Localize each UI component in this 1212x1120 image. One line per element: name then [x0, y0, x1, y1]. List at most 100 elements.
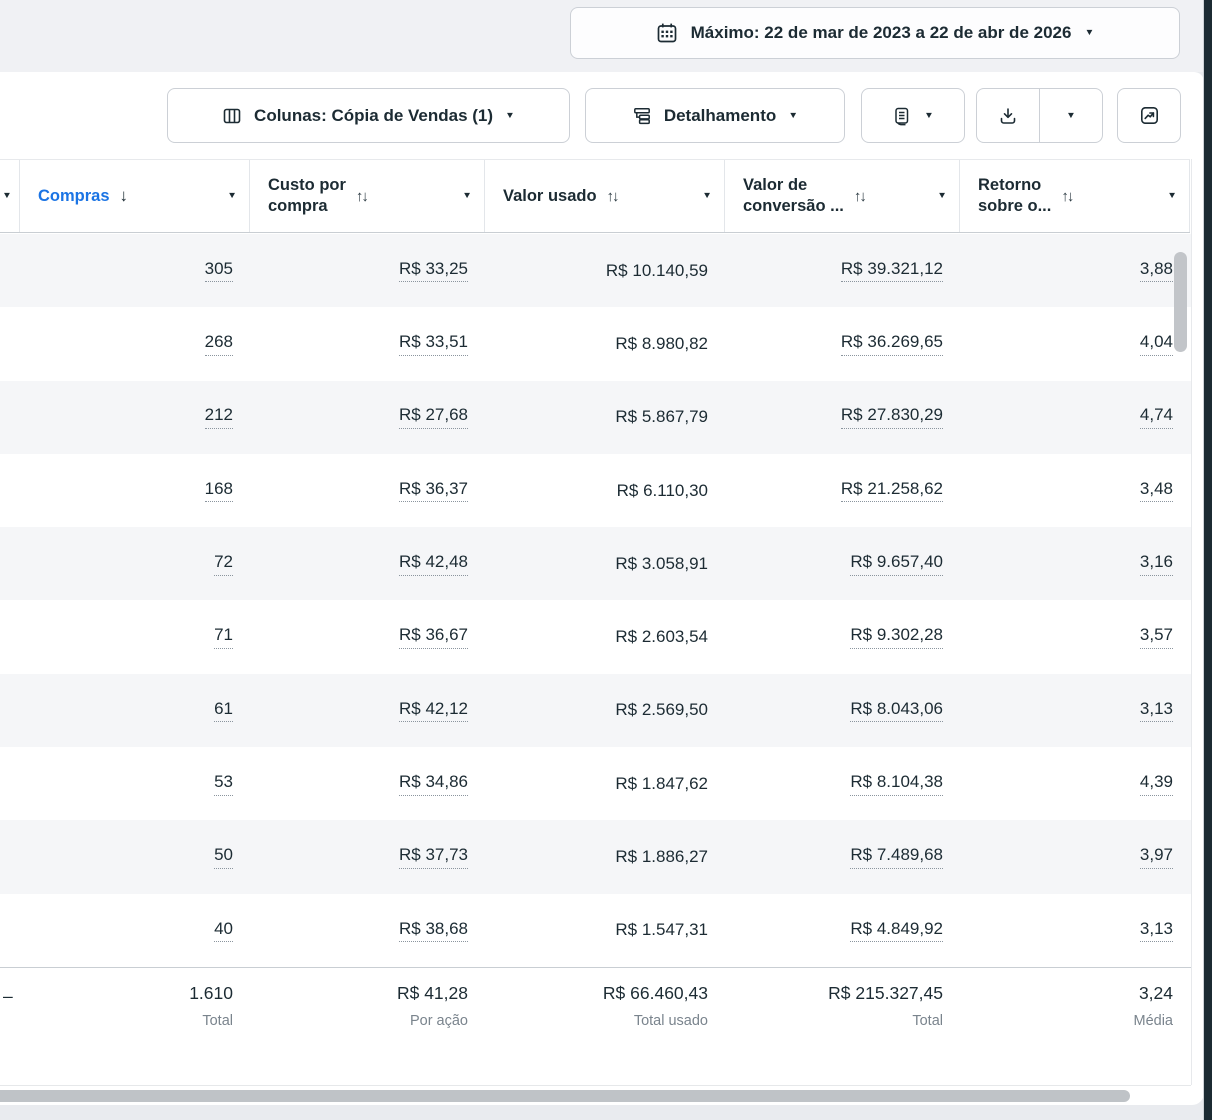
sort-toggle-icon[interactable]: ↑↓	[854, 188, 865, 205]
totals-valor-usado: R$ 66.460,43 Total usado	[485, 968, 725, 1062]
columns-button[interactable]: Colunas: Cópia de Vendas (1) ▼	[167, 88, 570, 143]
cell-compras: 61	[20, 674, 250, 747]
cell-retorno: 3,48	[960, 454, 1190, 527]
horizontal-scrollbar[interactable]	[0, 1090, 1130, 1102]
cell-valor-de-conversao: R$ 8.104,38	[725, 747, 960, 820]
column-header-retorno[interactable]: Retorno sobre o... ↑↓ ▼	[960, 160, 1190, 232]
cell-retorno: 3,16	[960, 527, 1190, 600]
cell-retorno: 3,13	[960, 674, 1190, 747]
table-row[interactable]: 72 R$ 42,48 R$ 3.058,91 R$ 9.657,40 3,16	[0, 527, 1191, 600]
cell-compras: 268	[20, 307, 250, 380]
download-options-button[interactable]: ▼	[1040, 89, 1102, 142]
cell-valor-de-conversao: R$ 39.321,12	[725, 234, 960, 307]
table-row[interactable]: 53 R$ 34,86 R$ 1.847,62 R$ 8.104,38 4,39	[0, 747, 1191, 820]
cell-custo-por-compra: R$ 42,12	[250, 674, 485, 747]
date-range-label: Máximo: 22 de mar de 2023 a 22 de abr de…	[691, 23, 1072, 43]
sort-desc-icon[interactable]: ↓	[120, 186, 129, 206]
top-bar: Máximo: 22 de mar de 2023 a 22 de abr de…	[0, 0, 1212, 72]
chevron-down-icon: ▼	[1084, 29, 1094, 38]
cell-custo-por-compra: R$ 33,25	[250, 234, 485, 307]
totals-valor-de-conversao: R$ 215.327,45 Total	[725, 968, 960, 1062]
cell-valor-usado: R$ 1.547,31	[485, 894, 725, 967]
cell-valor-de-conversao: R$ 21.258,62	[725, 454, 960, 527]
cell-compras: 212	[20, 381, 250, 454]
cell-compras: 168	[20, 454, 250, 527]
table-row[interactable]: 305 R$ 33,25 R$ 10.140,59 R$ 39.321,12 3…	[0, 234, 1191, 307]
ads-manager-table-view: Máximo: 22 de mar de 2023 a 22 de abr de…	[0, 0, 1212, 1120]
cell-custo-por-compra: R$ 38,68	[250, 894, 485, 967]
right-edge-panel	[1203, 0, 1212, 1120]
cell-compras: 50	[20, 820, 250, 893]
cell-retorno: 3,88	[960, 234, 1190, 307]
column-menu-caret-icon[interactable]: ▼	[462, 192, 472, 201]
column-label: Compras	[38, 186, 110, 207]
column-header-compras[interactable]: Compras ↓ ▼	[20, 160, 250, 232]
table-row[interactable]: 61 R$ 42,12 R$ 2.569,50 R$ 8.043,06 3,13	[0, 674, 1191, 747]
chevron-down-icon: ▼	[1066, 111, 1076, 120]
table-row[interactable]: 212 R$ 27,68 R$ 5.867,79 R$ 27.830,29 4,…	[0, 381, 1191, 454]
chevron-down-icon: ▼	[924, 111, 934, 120]
sort-toggle-icon[interactable]: ↑↓	[607, 188, 618, 205]
column-header-valor-de-conversao[interactable]: Valor de conversão ... ↑↓ ▼	[725, 160, 960, 232]
cell-compras: 71	[20, 600, 250, 673]
scrollbar-gutter-divider	[1191, 159, 1192, 1085]
cell-valor-usado: R$ 2.603,54	[485, 600, 725, 673]
table-row[interactable]: 71 R$ 36,67 R$ 2.603,54 R$ 9.302,28 3,57	[0, 600, 1191, 673]
totals-custo-por-compra: R$ 41,28 Por ação	[250, 968, 485, 1062]
charts-button[interactable]	[1117, 88, 1181, 143]
table-row[interactable]: 168 R$ 36,37 R$ 6.110,30 R$ 21.258,62 3,…	[0, 454, 1191, 527]
column-menu-caret-icon[interactable]: ▼	[227, 192, 237, 201]
cell-custo-por-compra: R$ 33,51	[250, 307, 485, 380]
column-label: Custo por compra	[268, 175, 346, 216]
column-menu-caret-icon[interactable]: ▼	[702, 192, 712, 201]
table-row[interactable]: 268 R$ 33,51 R$ 8.980,82 R$ 36.269,65 4,…	[0, 307, 1191, 380]
horizontal-scrollbar-track[interactable]	[0, 1086, 1204, 1105]
reports-button[interactable]: ▼	[861, 88, 965, 143]
chevron-down-icon: ▼	[788, 111, 798, 120]
column-header-valor-usado[interactable]: Valor usado ↑↓ ▼	[485, 160, 725, 232]
breakdown-button-label: Detalhamento	[664, 106, 776, 126]
download-button[interactable]	[977, 89, 1039, 142]
reports-icon	[892, 106, 912, 126]
cell-valor-de-conversao: R$ 27.830,29	[725, 381, 960, 454]
cell-valor-de-conversao: R$ 9.302,28	[725, 600, 960, 673]
totals-row: – 1.610 Total R$ 41,28 Por ação R$ 66.46…	[0, 967, 1191, 1062]
cell-valor-de-conversao: R$ 8.043,06	[725, 674, 960, 747]
column-label: Valor usado	[503, 186, 597, 207]
column-header-custo-por-compra[interactable]: Custo por compra ↑↓ ▼	[250, 160, 485, 232]
cell-valor-usado: R$ 6.110,30	[485, 454, 725, 527]
totals-compras: 1.610 Total	[20, 968, 250, 1062]
cell-custo-por-compra: R$ 42,48	[250, 527, 485, 600]
column-label: Retorno sobre o...	[978, 175, 1051, 216]
cell-valor-de-conversao: R$ 36.269,65	[725, 307, 960, 380]
download-icon	[998, 106, 1018, 126]
column-menu-caret-icon[interactable]: ▼	[2, 192, 12, 201]
cell-compras: 40	[20, 894, 250, 967]
sort-toggle-icon[interactable]: ↑↓	[356, 188, 367, 205]
totals-dash: –	[0, 968, 20, 1062]
breakdown-button[interactable]: Detalhamento ▼	[585, 88, 845, 143]
totals-retorno: 3,24 Média	[960, 968, 1190, 1062]
table-row[interactable]: 40 R$ 38,68 R$ 1.547,31 R$ 4.849,92 3,13	[0, 894, 1191, 967]
sort-toggle-icon[interactable]: ↑↓	[1061, 188, 1072, 205]
date-range-button[interactable]: Máximo: 22 de mar de 2023 a 22 de abr de…	[570, 7, 1180, 59]
cell-compras: 305	[20, 234, 250, 307]
chevron-down-icon: ▼	[505, 111, 515, 120]
cell-custo-por-compra: R$ 34,86	[250, 747, 485, 820]
cell-custo-por-compra: R$ 37,73	[250, 820, 485, 893]
table-header: ▼ Compras ↓ ▼ Custo por compra ↑↓ ▼ Valo…	[0, 159, 1190, 233]
vertical-scrollbar[interactable]	[1174, 252, 1187, 352]
column-menu-caret-icon[interactable]: ▼	[1167, 192, 1177, 201]
cell-custo-por-compra: R$ 27,68	[250, 381, 485, 454]
column-header-partial[interactable]: ▼	[0, 160, 20, 232]
download-split-button: ▼	[976, 88, 1103, 143]
cell-valor-de-conversao: R$ 4.849,92	[725, 894, 960, 967]
column-menu-caret-icon[interactable]: ▼	[937, 192, 947, 201]
cell-valor-usado: R$ 1.886,27	[485, 820, 725, 893]
columns-icon	[222, 106, 242, 126]
cell-retorno: 4,04	[960, 307, 1190, 380]
cell-retorno: 4,39	[960, 747, 1190, 820]
cell-custo-por-compra: R$ 36,67	[250, 600, 485, 673]
table-row[interactable]: 50 R$ 37,73 R$ 1.886,27 R$ 7.489,68 3,97	[0, 820, 1191, 893]
cell-retorno: 3,97	[960, 820, 1190, 893]
